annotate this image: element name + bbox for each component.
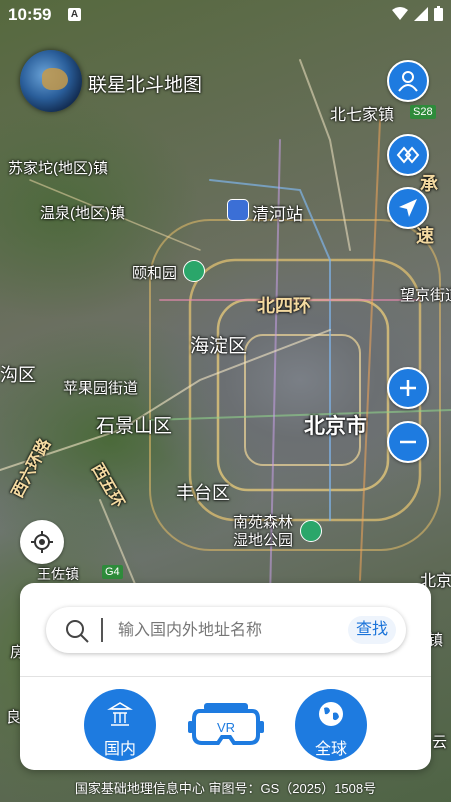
divider <box>20 676 431 677</box>
map-label: 王佐镇 <box>37 566 79 582</box>
signal-icon <box>414 6 428 21</box>
locate-button[interactable] <box>20 520 64 564</box>
zoom-out-icon <box>400 440 416 444</box>
globe-icon <box>319 702 343 726</box>
search-panel: 查找 国内 VR 全球 <box>20 583 431 770</box>
highway-badge: G4 <box>102 565 123 579</box>
map-label: 云 <box>432 734 448 751</box>
status-time: 10:59 <box>8 5 52 24</box>
train-station-icon <box>227 199 249 221</box>
divider <box>101 618 103 642</box>
highway-badge: S28 <box>410 105 436 119</box>
status-bar: 10:59 A <box>0 0 451 30</box>
search-icon[interactable] <box>64 618 90 644</box>
zoom-out-button[interactable] <box>387 421 429 463</box>
map-label: 沟区 <box>0 365 36 385</box>
global-button[interactable]: 全球 <box>295 689 367 761</box>
locate-icon <box>31 531 53 553</box>
map-label: 石景山区 <box>96 416 173 437</box>
app-title: 联星北斗地图 <box>88 75 203 96</box>
app-logo-globe <box>20 50 82 112</box>
map-label: 丰台区 <box>176 483 230 503</box>
vr-headset-icon: VR <box>188 703 264 745</box>
navigation-arrow-icon <box>399 199 417 217</box>
search-input[interactable] <box>116 615 320 647</box>
park-icon <box>183 260 205 282</box>
map-label: 清河站 <box>252 205 303 224</box>
navigation-button[interactable] <box>387 187 429 229</box>
user-button[interactable] <box>387 60 429 102</box>
domestic-label: 国内 <box>103 741 136 758</box>
wifi-icon <box>392 6 408 20</box>
park-icon <box>300 520 322 542</box>
search-button[interactable]: 查找 <box>347 616 396 644</box>
battery-icon <box>434 6 443 21</box>
vr-label: VR <box>217 720 235 735</box>
vr-button[interactable]: VR <box>188 701 264 749</box>
map-label: 苹果园街道 <box>63 380 139 397</box>
zoom-in-button[interactable] <box>387 367 429 409</box>
domestic-button[interactable]: 国内 <box>84 689 156 761</box>
map-label: 北京市 <box>304 415 367 438</box>
map-label: 颐和园 <box>132 265 178 282</box>
map-label: 海淀区 <box>190 336 248 357</box>
layers-icon <box>396 146 420 164</box>
map-label: 北七家镇 <box>330 107 395 124</box>
zoom-in-icon <box>400 380 416 396</box>
global-label: 全球 <box>314 741 347 758</box>
map-label: 苏家坨(地区)镇 <box>8 160 108 177</box>
map-copyright: 国家基础地理信息中心 审图号：GS（2025）1508号 <box>74 781 377 796</box>
map-label: 望京街道 <box>400 287 451 304</box>
user-icon <box>398 71 418 92</box>
notification-icon: A <box>68 8 81 21</box>
layers-button[interactable] <box>387 134 429 176</box>
search-bar: 查找 <box>46 607 406 653</box>
map-label: 温泉(地区)镇 <box>40 205 125 222</box>
map-label: 良 <box>6 709 22 726</box>
temple-icon <box>107 702 133 726</box>
map-label: 南苑森林湿地公园 <box>233 514 294 549</box>
map-label: 北四环 <box>257 296 311 316</box>
